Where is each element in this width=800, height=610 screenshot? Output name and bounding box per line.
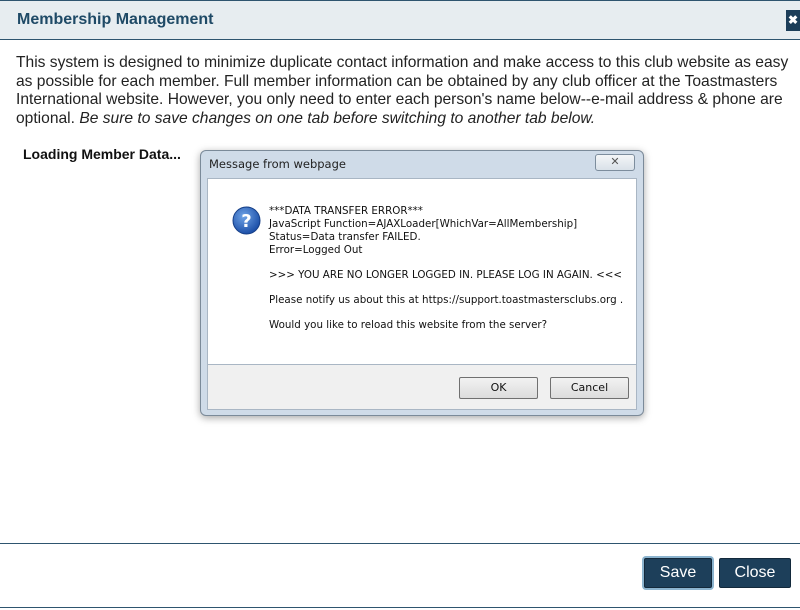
error-status: Status=Data transfer FAILED.	[269, 231, 421, 243]
support-notice: Please notify us about this at https://s…	[269, 294, 624, 306]
error-reason: Error=Logged Out	[269, 244, 363, 256]
message-dialog: Message from webpage ✕ ? ***DATA TRANSFE…	[200, 150, 644, 416]
error-heading: ***DATA TRANSFER ERROR***	[269, 205, 423, 217]
logged-out-warning: >>> YOU ARE NO LONGER LOGGED IN. PLEASE …	[269, 269, 622, 281]
intro-paragraph: This system is designed to minimize dupl…	[16, 54, 792, 128]
dialog-header: Membership Management ✖	[0, 0, 800, 40]
svg-text:?: ?	[241, 211, 251, 232]
loading-status: Loading Member Data...	[23, 146, 181, 162]
question-icon: ?	[232, 206, 261, 235]
dialog-title: Message from webpage	[209, 157, 346, 171]
reload-question: Would you like to reload this website fr…	[269, 319, 548, 331]
close-button[interactable]: Close	[719, 558, 791, 588]
page-title: Membership Management	[17, 11, 214, 28]
dialog-close-button[interactable]: ✕	[595, 154, 635, 171]
error-function: JavaScript Function=AJAXLoader[WhichVar=…	[269, 218, 578, 230]
dialog-message: ***DATA TRANSFER ERROR*** JavaScript Fun…	[269, 205, 629, 332]
save-button[interactable]: Save	[644, 558, 712, 588]
close-icon[interactable]: ✖	[786, 10, 800, 31]
bottom-divider	[0, 607, 800, 608]
footer-divider	[0, 543, 800, 544]
ok-button[interactable]: OK	[459, 377, 538, 399]
intro-italic-note: Be sure to save changes on one tab befor…	[79, 109, 596, 127]
cancel-button[interactable]: Cancel	[550, 377, 629, 399]
dialog-body: ? ***DATA TRANSFER ERROR*** JavaScript F…	[207, 178, 637, 365]
